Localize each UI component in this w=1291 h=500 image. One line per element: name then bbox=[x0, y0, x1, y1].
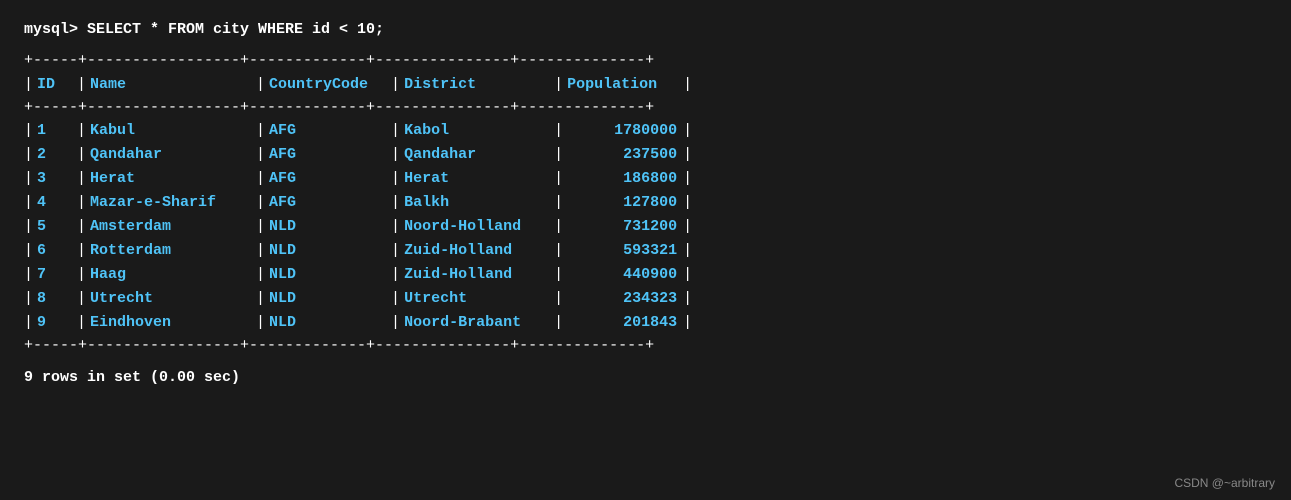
table-row: | 3 | Herat | AFG | Herat | 186800 | bbox=[24, 167, 1267, 191]
table-row: | 7 | Haag | NLD | Zuid-Holland | 440900… bbox=[24, 263, 1267, 287]
table-row: | 5 | Amsterdam | NLD | Noord-Holland | … bbox=[24, 215, 1267, 239]
table-row: | 4 | Mazar-e-Sharif | AFG | Balkh | 127… bbox=[24, 191, 1267, 215]
query-line: mysql> SELECT * FROM city WHERE id < 10; bbox=[24, 18, 1267, 42]
table-row: | 1 | Kabul | AFG | Kabol | 1780000 | bbox=[24, 119, 1267, 143]
header-row: | ID | Name | CountryCode | District | P… bbox=[24, 73, 1267, 97]
data-rows: | 1 | Kabul | AFG | Kabol | 1780000 | | … bbox=[24, 119, 1267, 335]
footer-line: 9 rows in set (0.00 sec) bbox=[24, 366, 1267, 390]
mid-divider: +-----+-----------------+-------------+-… bbox=[24, 97, 1267, 120]
table-row: | 6 | Rotterdam | NLD | Zuid-Holland | 5… bbox=[24, 239, 1267, 263]
table-row: | 9 | Eindhoven | NLD | Noord-Brabant | … bbox=[24, 311, 1267, 335]
top-divider: +-----+-----------------+-------------+-… bbox=[24, 50, 1267, 73]
table-row: | 2 | Qandahar | AFG | Qandahar | 237500… bbox=[24, 143, 1267, 167]
terminal-block: mysql> SELECT * FROM city WHERE id < 10;… bbox=[24, 18, 1267, 390]
bottom-divider: +-----+-----------------+-------------+-… bbox=[24, 335, 1267, 358]
table-row: | 8 | Utrecht | NLD | Utrecht | 234323 | bbox=[24, 287, 1267, 311]
watermark: CSDN @~arbitrary bbox=[1174, 476, 1275, 490]
